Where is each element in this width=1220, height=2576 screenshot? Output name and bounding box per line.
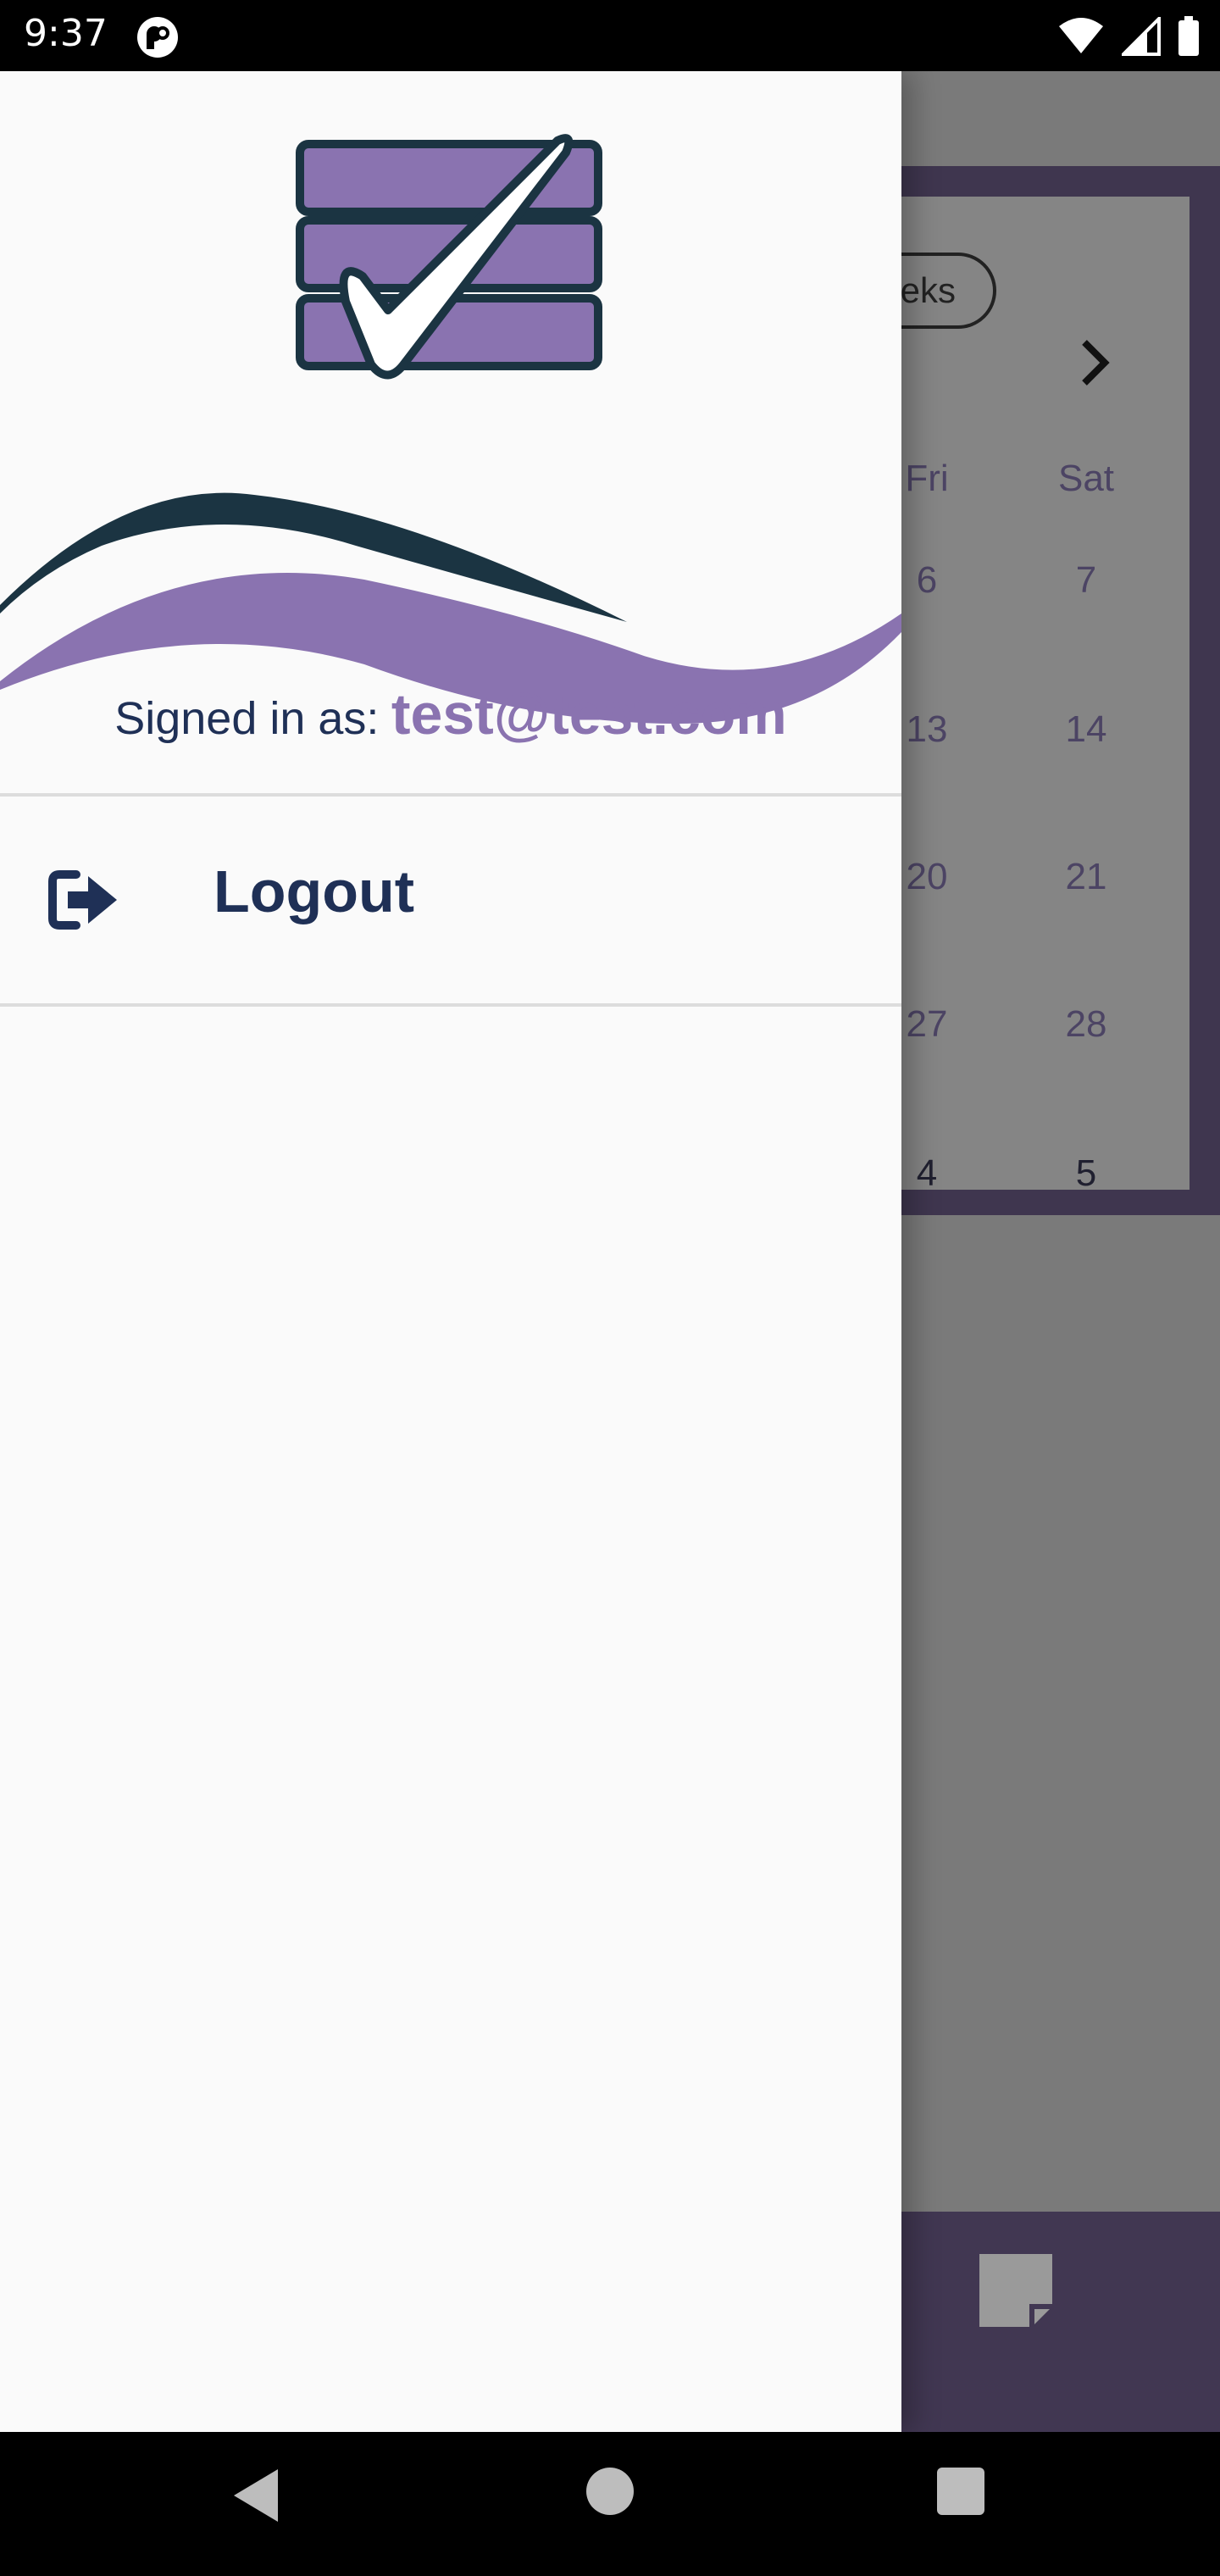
home-icon[interactable] [586, 2468, 634, 2515]
recents-icon[interactable] [937, 2468, 984, 2515]
logout-menu-item[interactable]: Logout [0, 798, 901, 1002]
logout-label: Logout [214, 858, 415, 924]
navigation-drawer: Signed in as: test@test.com Logout [0, 71, 901, 2432]
signed-in-email: test@test.com [391, 682, 787, 747]
p-badge-icon [137, 17, 178, 58]
chevron-right-icon[interactable] [1078, 337, 1112, 388]
signed-in-info: Signed in as: test@test.com [0, 681, 901, 747]
day-header-sat: Sat [1057, 458, 1115, 499]
signal-icon [1122, 17, 1161, 56]
divider [0, 793, 901, 797]
logout-icon [48, 870, 117, 930]
checklist-logo-icon [296, 134, 602, 380]
signed-in-label: Signed in as: [114, 693, 380, 744]
calendar-date[interactable]: 5 [1035, 1152, 1137, 1195]
calendar-date[interactable]: 7 [1035, 559, 1137, 602]
calendar-date[interactable]: 28 [1035, 1003, 1137, 1046]
battery-icon [1178, 16, 1199, 56]
back-icon[interactable] [230, 2466, 281, 2525]
divider [0, 1003, 901, 1007]
status-icons [1057, 15, 1200, 58]
wifi-icon [1059, 18, 1103, 53]
note-icon[interactable] [976, 2251, 1056, 2330]
system-navigation-bar [0, 2432, 1220, 2576]
calendar-date[interactable]: 14 [1035, 708, 1137, 751]
status-bar: 9:37 [0, 0, 1220, 71]
calendar-date[interactable]: 21 [1035, 856, 1137, 898]
status-time: 9:37 [24, 12, 108, 55]
